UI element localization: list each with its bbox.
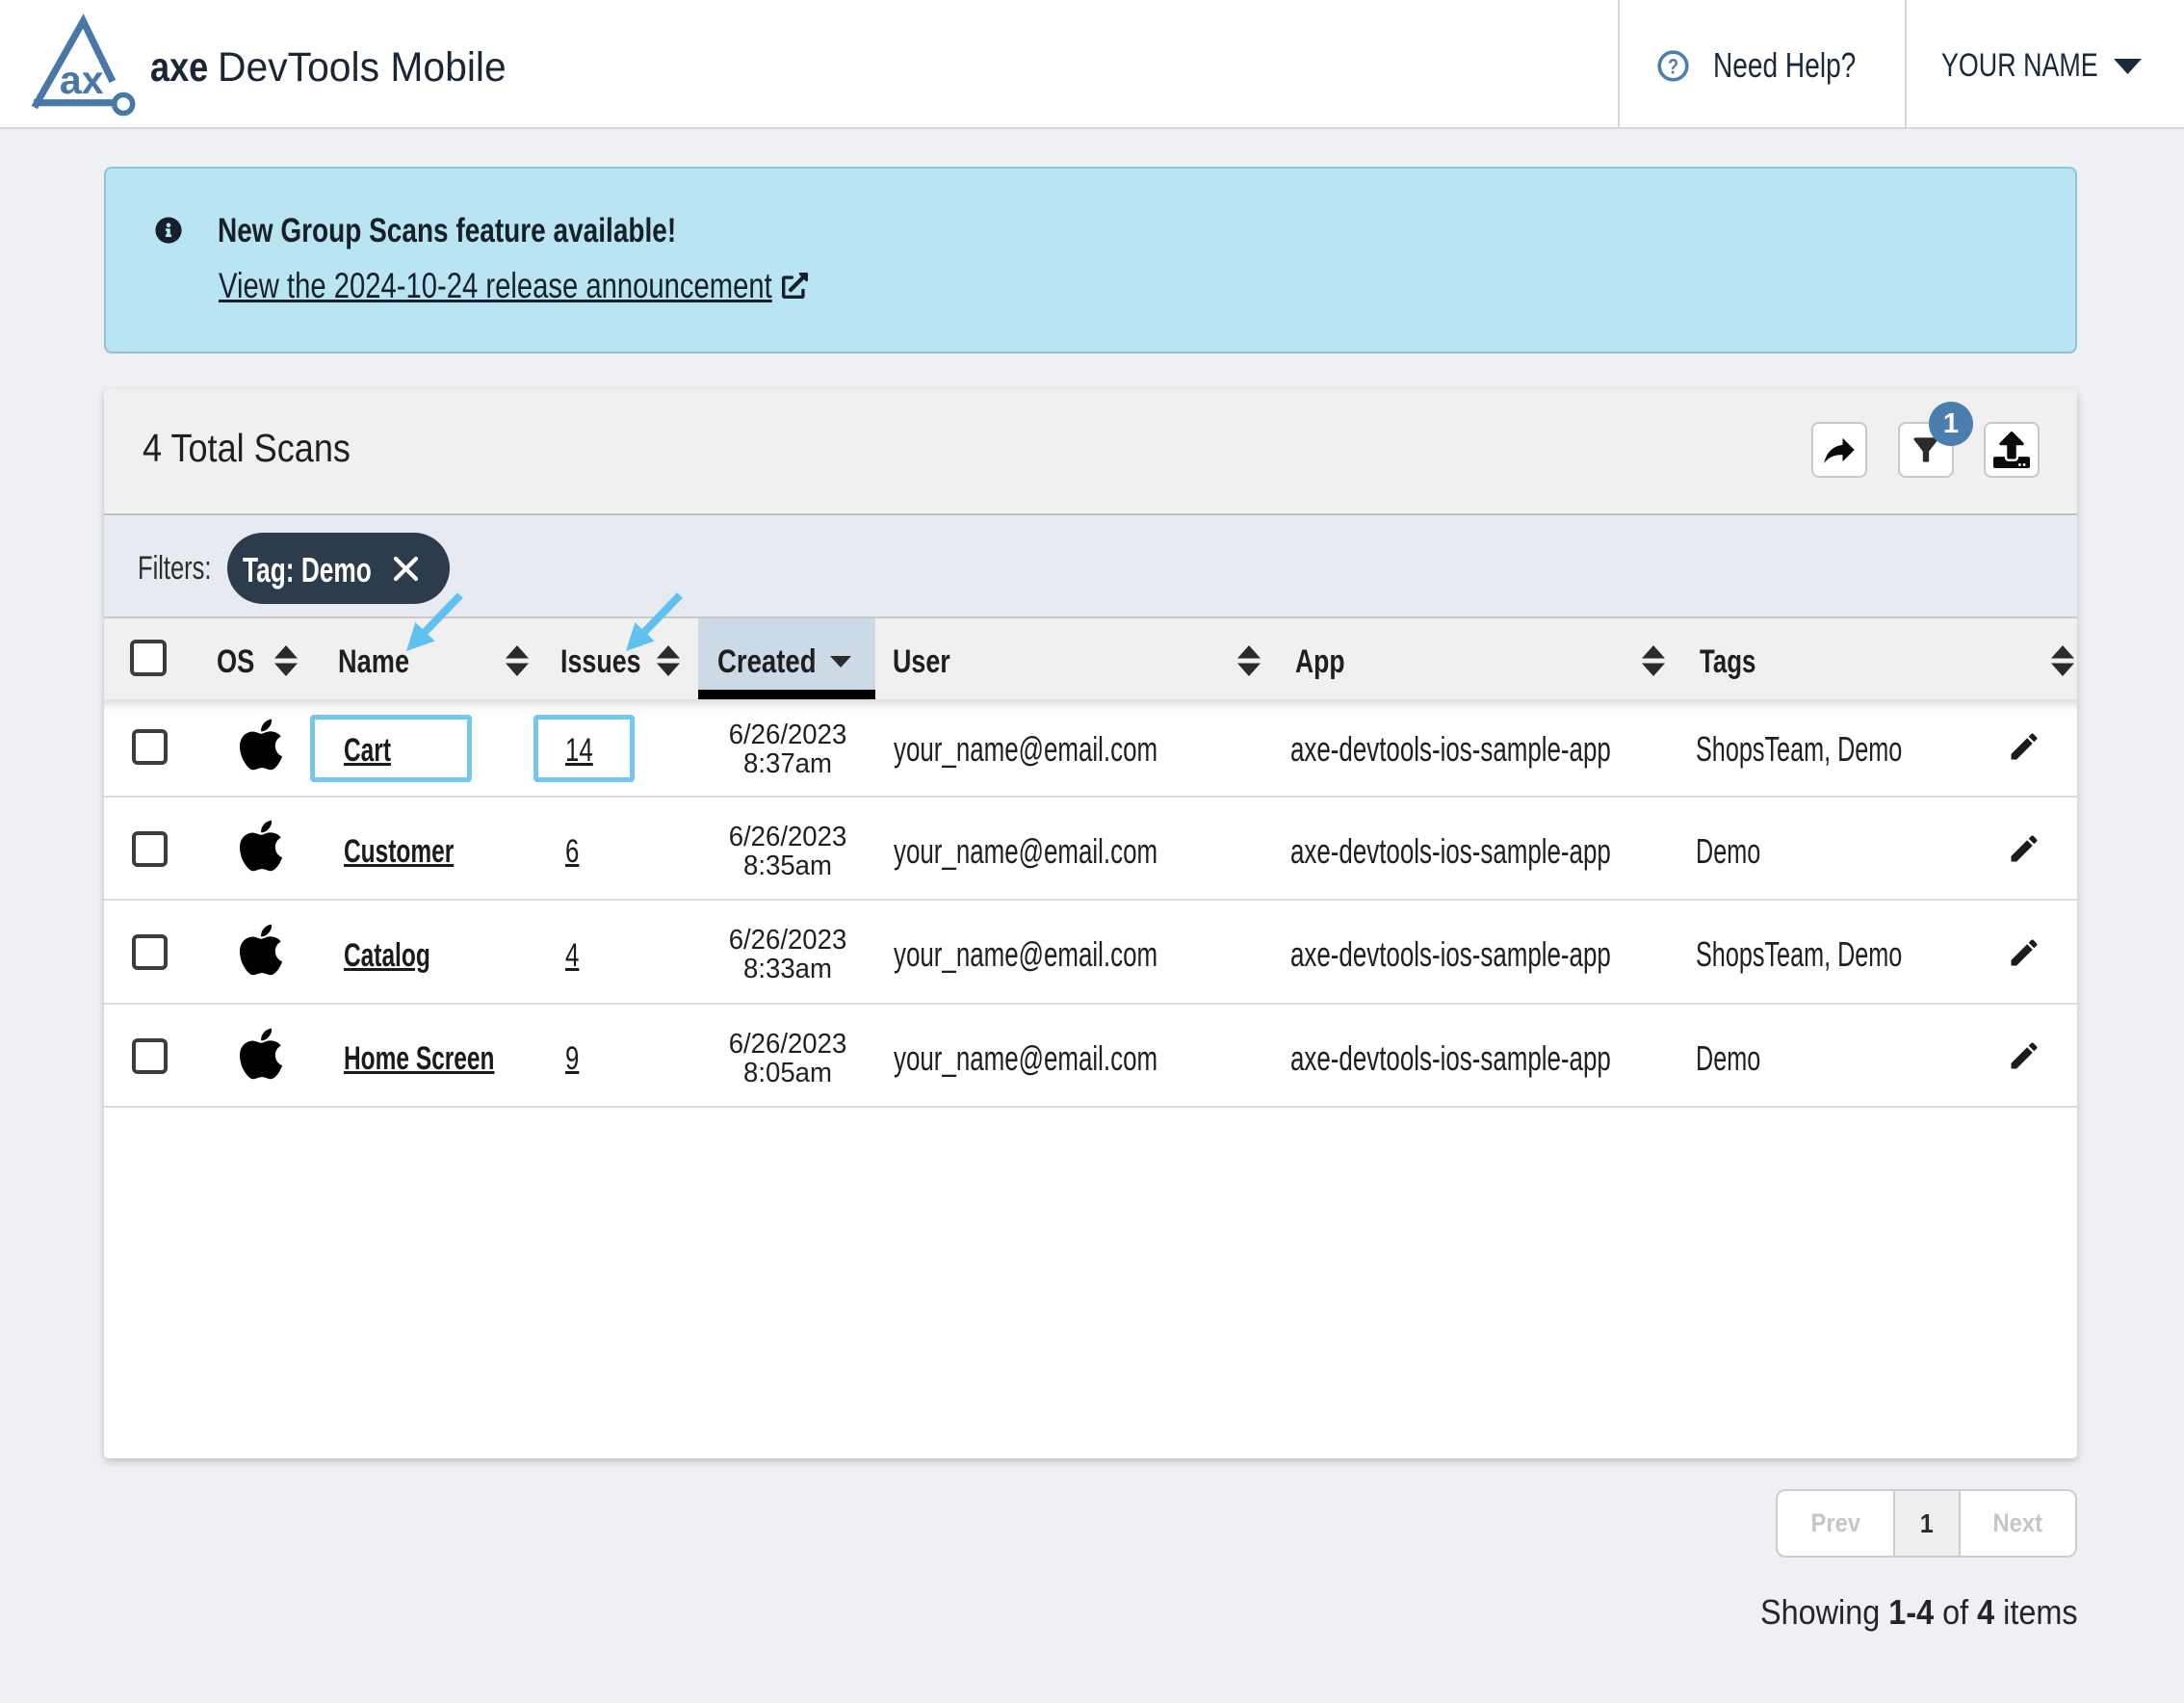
svg-text:?: ?: [1668, 56, 1678, 79]
svg-text:ax: ax: [60, 58, 104, 102]
